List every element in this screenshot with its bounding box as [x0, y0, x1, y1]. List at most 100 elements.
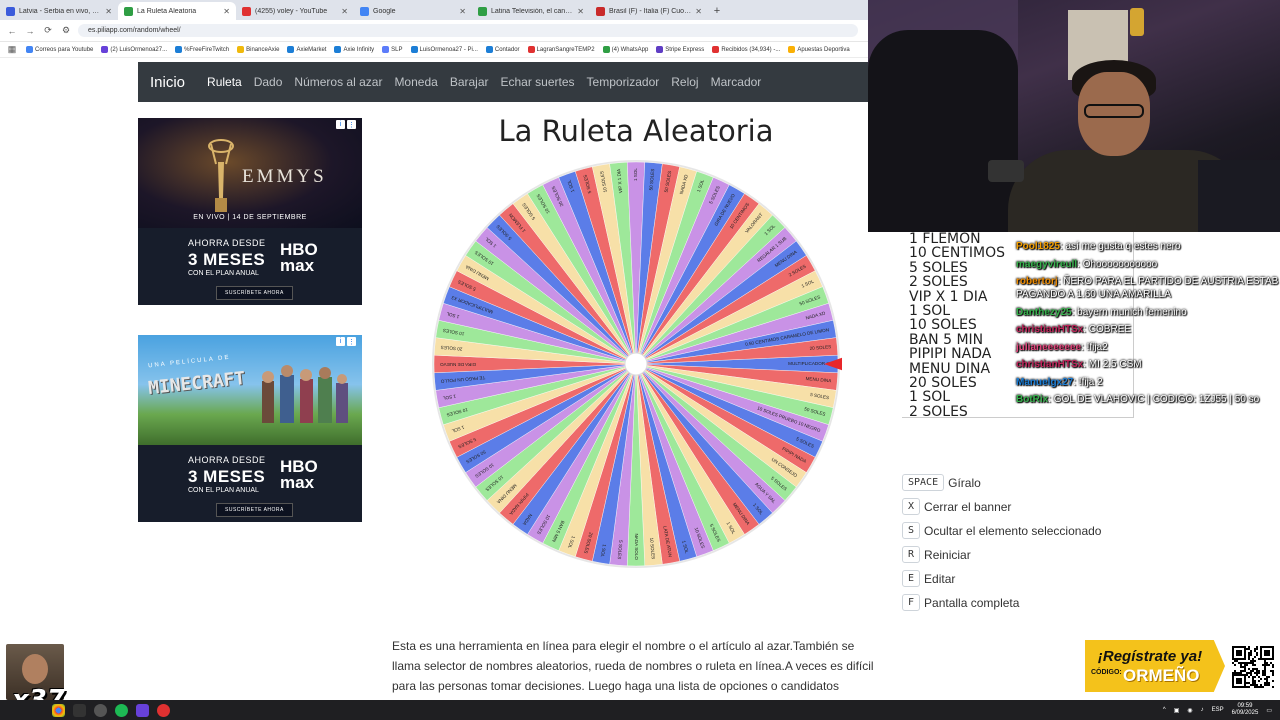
ad-banner-emmys[interactable]: EMMYS EN VIVO | 14 DE SEPTIEMBRE i ⋮ AHOR… — [138, 118, 362, 305]
shortcut-key[interactable]: S — [902, 522, 921, 539]
chat-username[interactable]: robertorj — [1016, 276, 1058, 287]
ad-info-icon[interactable]: i — [336, 120, 345, 129]
bookmark-item[interactable]: Contador — [485, 46, 520, 53]
obs-icon[interactable] — [94, 703, 107, 717]
bookmark-label: LagranSangreTEMP2 — [536, 46, 595, 53]
new-tab-button[interactable]: + — [708, 2, 726, 20]
bookmark-favicon-icon — [26, 46, 33, 53]
chat-username[interactable]: Pool1825 — [1016, 241, 1060, 252]
browser-tab[interactable]: (4255) voley - YouTube ✕ — [236, 2, 354, 20]
shortcut-key[interactable]: E — [902, 570, 921, 587]
shortcut-key[interactable]: X — [902, 498, 921, 515]
close-tab-icon[interactable]: ✕ — [223, 7, 230, 16]
ad-cta-button[interactable]: SUSCRÍBETE AHORA — [216, 503, 293, 517]
browser-tab-active[interactable]: La Ruleta Aleatoria ✕ — [118, 2, 236, 20]
bookmark-item[interactable]: SLP — [382, 46, 403, 53]
nav-link[interactable]: Moneda — [394, 75, 437, 89]
back-icon[interactable]: ← — [6, 26, 18, 36]
app-icon[interactable] — [157, 703, 170, 717]
chat-username[interactable]: Danthezy25 — [1016, 307, 1072, 318]
volume-icon[interactable]: ♪ — [1201, 707, 1204, 713]
ad-info-icon[interactable]: i — [336, 337, 345, 346]
wheel-segment-label: NADA SOLO — [634, 533, 639, 560]
glasses-icon — [1084, 104, 1144, 118]
bookmark-item[interactable]: %FreeFireTwitch — [175, 46, 229, 53]
browser-tab[interactable]: Latvia - Serbia en vivo, resultado ✕ — [0, 2, 118, 20]
bookmark-favicon-icon — [410, 46, 418, 53]
bookmark-item[interactable]: Axie Infinity — [334, 46, 374, 53]
nav-link[interactable]: Temporizador — [587, 75, 660, 89]
app-icon[interactable] — [136, 703, 149, 717]
nav-link[interactable]: Marcador — [711, 75, 762, 89]
chat-username[interactable]: christianHTSx — [1016, 324, 1083, 335]
chat-message: christianHTSx: MI 2.5 CSM — [1016, 358, 1280, 371]
clock[interactable]: 09:59 6/09/2025 — [1232, 703, 1259, 717]
ad-menu-icon[interactable]: ⋮ — [347, 337, 356, 346]
forward-icon[interactable]: → — [24, 26, 36, 36]
chat-message: christianHTSx: COBREE — [1016, 323, 1280, 336]
shortcut-key[interactable]: R — [902, 546, 921, 563]
chat-message: julianeeeeeee: !fija2 — [1016, 341, 1280, 354]
close-tab-icon[interactable]: ✕ — [695, 7, 702, 16]
bookmark-item[interactable]: LagranSangreTEMP2 — [527, 46, 595, 53]
tab-title: Latina Televisión, el canal 2 de — [491, 7, 573, 15]
shortcut-key[interactable]: F — [902, 594, 921, 611]
browser-tab[interactable]: Latina Televisión, el canal 2 de ✕ — [472, 2, 590, 20]
bookmark-item[interactable]: (2) LuisOrmenoa27... — [101, 46, 167, 53]
chat-username[interactable]: BotRix — [1016, 394, 1048, 405]
emmy-statuette-icon — [208, 139, 234, 212]
emote-face — [22, 654, 48, 684]
bookmark-label: Correos para Youtube — [35, 46, 94, 53]
chat-username[interactable]: julianeeeeeee — [1016, 342, 1081, 353]
nav-brand-link[interactable]: Inicio — [150, 74, 185, 91]
nav-link[interactable]: Dado — [254, 75, 283, 89]
bookmark-item[interactable]: AxieMarket — [287, 46, 326, 53]
terminal-icon[interactable] — [73, 703, 86, 717]
browser-tab[interactable]: Google ✕ — [354, 2, 472, 20]
nav-link[interactable]: Números al azar — [294, 75, 382, 89]
chat-message: robertorj: ÑERO PARA EL PARTIDO DE AUSTR… — [1016, 275, 1280, 301]
site-info-icon[interactable]: ⚙ — [60, 25, 72, 36]
bookmark-item[interactable]: Correos para Youtube — [26, 46, 93, 53]
notifications-icon[interactable]: ▭ — [1266, 707, 1272, 714]
close-tab-icon[interactable]: ✕ — [341, 7, 348, 16]
bookmark-item[interactable]: Stripe Express — [656, 46, 704, 53]
bookmark-item[interactable]: (4) WhatsApp — [602, 46, 648, 53]
shortcut-label: Reiniciar — [924, 547, 971, 562]
roulette-wheel[interactable]: MULTIPLICADOR X3MENU DINA5 SOLES50 SOLES… — [430, 158, 842, 570]
nav-link[interactable]: Echar suertes — [501, 75, 575, 89]
tab-favicon-icon — [124, 6, 133, 16]
chat-username[interactable]: Manuelgx27 — [1016, 377, 1073, 388]
ad-menu-icon[interactable]: ⋮ — [347, 120, 356, 129]
nav-link[interactable]: Ruleta — [207, 75, 242, 89]
close-tab-icon[interactable]: ✕ — [105, 7, 112, 16]
tray-chevron-icon[interactable]: ^ — [1163, 707, 1166, 713]
ad-cta-button[interactable]: SUSCRÍBETE AHORA — [216, 286, 293, 300]
bookmark-item[interactable]: BinanceAxie — [237, 46, 279, 53]
ad-offer-line: AHORRA DESDE — [188, 238, 266, 248]
reload-icon[interactable]: ⟳ — [42, 25, 54, 36]
bookmark-item[interactable]: LuisOrmenoa27 - Pi... — [410, 46, 478, 53]
chrome-icon[interactable] — [52, 703, 65, 717]
spotify-icon[interactable] — [115, 703, 128, 717]
url-input[interactable]: es.piliapp.com/random/wheel/ — [78, 24, 858, 37]
bookmark-label: (2) LuisOrmenoa27... — [110, 46, 168, 53]
apps-grid-icon[interactable]: ▦ — [6, 44, 18, 55]
shortcut-key[interactable]: SPACE — [902, 474, 945, 491]
keyboard-language[interactable]: ESP — [1212, 707, 1224, 713]
chat-username[interactable]: christianHTSx — [1016, 359, 1083, 370]
close-tab-icon[interactable]: ✕ — [577, 7, 584, 16]
close-tab-icon[interactable]: ✕ — [459, 7, 466, 16]
bookmark-label: Apuestas Deportiva — [797, 46, 850, 53]
ad-offer-line: CON EL PLAN ANUAL — [188, 487, 259, 494]
tray-icon[interactable]: ◉ — [1187, 707, 1192, 714]
browser-tab[interactable]: Brasil (F) - Italia (F) Cuotas ✕ — [590, 2, 708, 20]
bookmark-item[interactable]: Apuestas Deportiva — [788, 46, 850, 53]
ad-banner-minecraft[interactable]: UNA PELÍCULA DE MINECRAFT i ⋮ AHORRA DESD… — [138, 335, 362, 522]
bookmark-item[interactable]: Recibidos (34,934) -... — [712, 46, 780, 53]
wheel-hub[interactable] — [624, 352, 648, 376]
tray-icon[interactable]: ▣ — [1174, 707, 1180, 714]
nav-link[interactable]: Reloj — [671, 75, 698, 89]
nav-link[interactable]: Barajar — [450, 75, 489, 89]
chat-username[interactable]: maegyvireull — [1016, 259, 1077, 270]
